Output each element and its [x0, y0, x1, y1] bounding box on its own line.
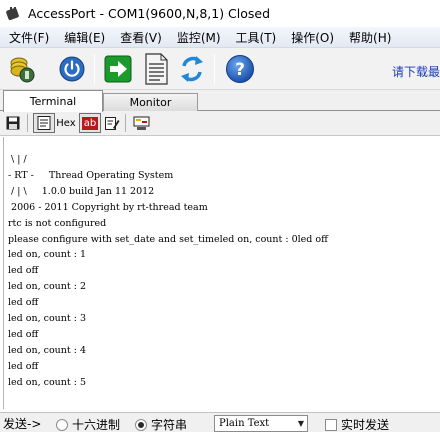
terminal-line: rtc is not configured: [8, 217, 107, 229]
green-arrow-icon: [104, 55, 132, 83]
svg-text:?: ?: [235, 60, 245, 80]
terminal-line: led on, count : 1: [8, 249, 87, 261]
edit-button[interactable]: [103, 113, 121, 133]
send-bar: 发送-> 十六进制 字符串 Plain Text ▼ 实时发送: [0, 412, 440, 432]
tab-terminal[interactable]: Terminal: [3, 90, 103, 112]
terminal-line: led on, count : 2: [8, 281, 87, 293]
terminal-line: led on, count : 4: [8, 344, 87, 356]
terminal-line: led on, count : 5: [8, 376, 87, 388]
terminal-line: led off: [8, 265, 39, 277]
refresh-button[interactable]: [176, 53, 208, 85]
plug-icon: [5, 6, 21, 22]
terminal-toolbar: Hex ab: [0, 111, 440, 136]
menu-bar: 文件(F) 编辑(E) 查看(V) 监控(M) 工具(T) 操作(O) 帮助(H…: [0, 27, 440, 48]
connect-coins-icon: [10, 57, 35, 83]
hex-radio[interactable]: 十六进制: [56, 416, 120, 432]
power-button[interactable]: [56, 53, 88, 85]
main-toolbar: ? 请下载最: [0, 48, 440, 90]
terminal-line: \ | /: [8, 154, 27, 165]
menu-view[interactable]: 查看(V): [111, 29, 168, 46]
title-bar: AccessPort - COM1(9600,N,8,1) Closed: [0, 0, 440, 27]
menu-edit[interactable]: 编辑(E): [55, 29, 111, 46]
hex-radio-circle[interactable]: [56, 418, 68, 431]
realtime-send-label: 实时发送: [341, 418, 390, 432]
terminal-output[interactable]: \ | / - RT - Thread Operating System / |…: [3, 137, 440, 409]
terminal-line: led on, count : 3: [8, 313, 87, 325]
text-mode-toggle[interactable]: [33, 113, 55, 133]
download-link[interactable]: 请下载最: [392, 63, 440, 80]
save-button[interactable]: [4, 113, 22, 133]
terminal-line: led off: [8, 360, 39, 372]
send-button[interactable]: [102, 53, 134, 85]
menu-tools[interactable]: 工具(T): [227, 29, 283, 46]
string-radio[interactable]: 字符串: [135, 416, 187, 432]
tab-strip: Terminal Monitor: [0, 90, 440, 112]
clear-button[interactable]: [131, 113, 151, 133]
help-button[interactable]: ?: [224, 53, 256, 85]
string-radio-label: 字符串: [151, 418, 188, 432]
realtime-checkbox-box[interactable]: [325, 418, 337, 431]
tab-monitor[interactable]: Monitor: [103, 93, 198, 111]
format-select-value: Plain Text: [219, 418, 270, 429]
toolbar-separator: [94, 54, 95, 84]
menu-file[interactable]: 文件(F): [0, 29, 55, 46]
menu-operations[interactable]: 操作(O): [282, 29, 340, 46]
toolbar-separator: [27, 114, 28, 132]
toolbar-separator: [125, 114, 126, 132]
chevron-down-icon: ▼: [297, 419, 305, 428]
realtime-send-checkbox[interactable]: 实时发送: [325, 416, 389, 432]
string-radio-circle[interactable]: [135, 418, 147, 431]
menu-help[interactable]: 帮助(H): [340, 29, 397, 46]
floppy-disk-icon: [6, 116, 20, 130]
tab-monitor-label: Monitor: [129, 96, 172, 109]
document-button[interactable]: [140, 53, 172, 85]
terminal-line: please configure with set_date and set_t…: [8, 233, 328, 245]
terminal-line: - RT - Thread Operating System: [8, 169, 174, 181]
ab-label: ab: [81, 116, 99, 130]
connect-button[interactable]: [6, 53, 38, 85]
send-label: 发送->: [3, 417, 42, 431]
hex-label: Hex: [56, 117, 76, 129]
tab-terminal-label: Terminal: [29, 95, 77, 108]
clear-screen-icon: [133, 116, 149, 130]
format-select[interactable]: Plain Text ▼: [214, 415, 308, 432]
hex-radio-label: 十六进制: [72, 418, 121, 432]
power-icon: [59, 56, 85, 82]
terminal-line: led off: [8, 297, 39, 309]
terminal-line: 2006 - 2011 Copyright by rt-thread team: [8, 201, 208, 213]
help-icon: ?: [226, 55, 254, 83]
window-title: AccessPort - COM1(9600,N,8,1) Closed: [28, 6, 271, 21]
terminal-line: led off: [8, 328, 39, 340]
text-page-icon: [37, 116, 51, 130]
ab-toggle[interactable]: ab: [79, 113, 101, 133]
hex-toggle[interactable]: Hex: [56, 113, 76, 133]
toolbar-separator: [214, 54, 215, 84]
document-icon: [145, 53, 168, 85]
terminal-line: / | \ 1.0.0 build Jan 11 2012: [8, 185, 155, 197]
menu-monitor[interactable]: 监控(M): [168, 29, 227, 46]
edit-pencil-icon: [104, 116, 119, 130]
refresh-icon: [181, 56, 203, 82]
